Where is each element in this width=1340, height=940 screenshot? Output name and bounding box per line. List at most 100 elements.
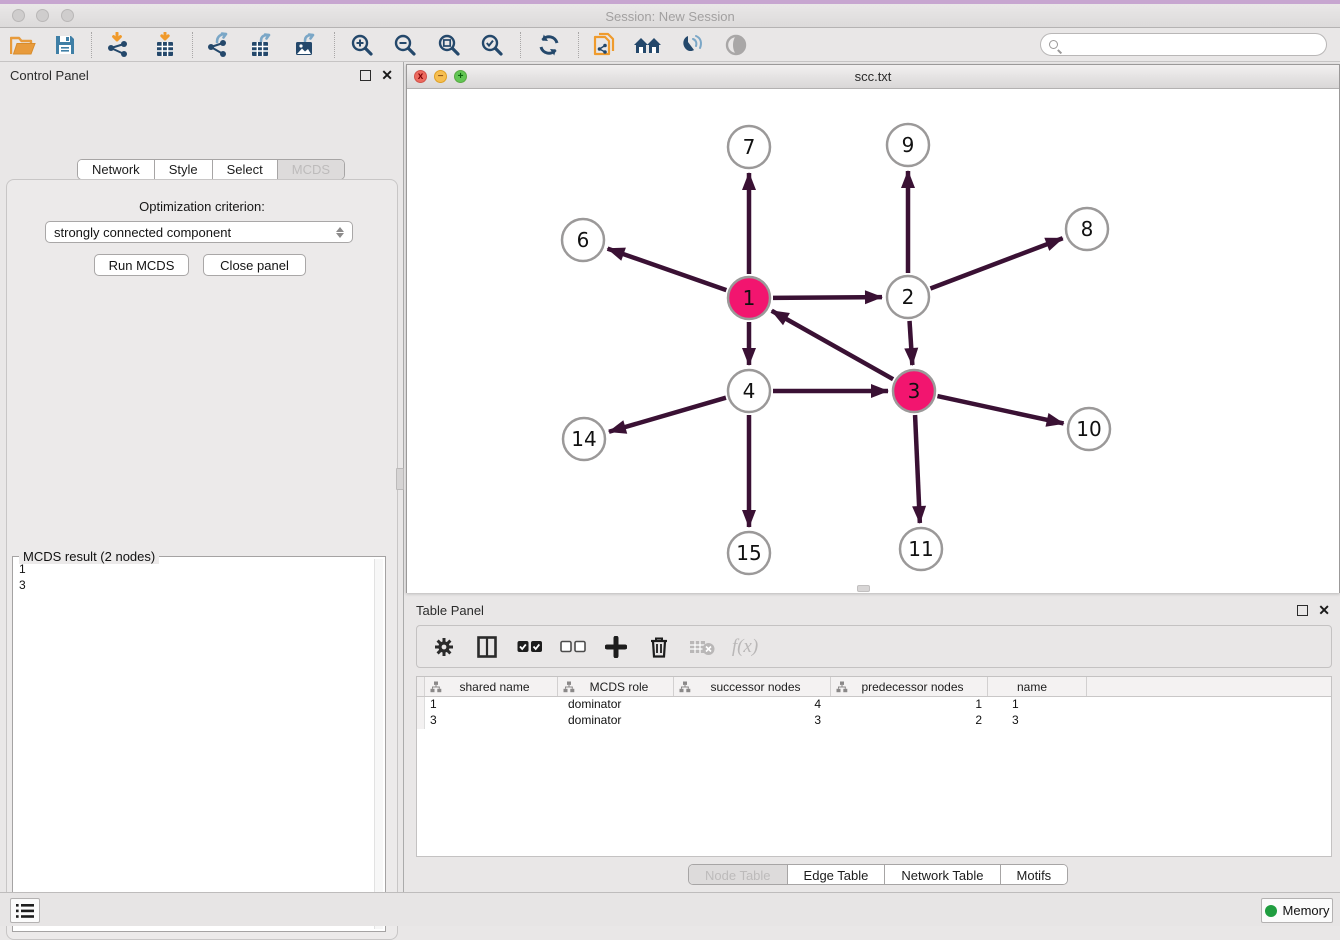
table-tabs: Node Table Edge Table Network Table Moti…	[688, 864, 1068, 885]
svg-text:10: 10	[1076, 417, 1101, 441]
tab-network[interactable]: Network	[78, 160, 155, 179]
graph-edge-1-2[interactable]	[773, 297, 882, 298]
memory-button[interactable]: Memory	[1261, 898, 1333, 923]
graph-edge-2-3[interactable]	[910, 321, 913, 365]
svg-text:11: 11	[908, 537, 933, 561]
graph-node-8[interactable]: 8	[1066, 208, 1108, 250]
tab-mcds[interactable]: MCDS	[278, 160, 344, 179]
cell-successor-nodes[interactable]: 4	[674, 697, 831, 713]
svg-text:9: 9	[902, 133, 915, 157]
deselect-checkboxes-icon[interactable]	[560, 634, 586, 660]
cell-name[interactable]: 3	[988, 713, 1087, 729]
graph-node-2[interactable]: 2	[887, 276, 929, 318]
open-session-icon[interactable]	[8, 32, 38, 58]
network-window-titlebar[interactable]: x − + scc.txt	[407, 65, 1339, 89]
status-bar: Memory	[0, 892, 1340, 926]
close-panel-icon[interactable]: ✕	[381, 70, 393, 81]
tab-style[interactable]: Style	[155, 160, 213, 179]
tab-node-table[interactable]: Node Table	[689, 865, 788, 885]
table-row[interactable]: 1 dominator 4 1 1	[417, 697, 1331, 713]
search-input[interactable]	[1058, 36, 1326, 54]
graph-edge-1-6[interactable]	[608, 249, 727, 291]
tab-select[interactable]: Select	[213, 160, 278, 179]
gear-icon[interactable]	[431, 634, 457, 660]
import-table-icon[interactable]	[150, 32, 180, 58]
delete-table-icon[interactable]	[689, 634, 715, 660]
network-canvas[interactable]: 7 9 6 8 1 2 4 3 14 10 15 11	[407, 89, 1339, 593]
zoom-fit-icon[interactable]	[434, 32, 464, 58]
node-table[interactable]: shared name MCDS role successor nodes pr…	[416, 676, 1332, 857]
toolbar-separator	[192, 32, 193, 58]
tab-motifs[interactable]: Motifs	[1001, 865, 1068, 885]
zoom-out-icon[interactable]	[390, 32, 420, 58]
col-header-successor-nodes[interactable]: successor nodes	[674, 677, 831, 696]
export-network-icon[interactable]	[203, 32, 233, 58]
cell-mcds-role[interactable]: dominator	[558, 697, 674, 713]
tab-network-table[interactable]: Network Table	[885, 865, 1000, 885]
network-graph[interactable]: 7 9 6 8 1 2 4 3 14 10 15 11	[407, 89, 1339, 593]
cell-successor-nodes[interactable]: 3	[674, 713, 831, 729]
delete-icon[interactable]	[646, 634, 672, 660]
select-all-checkboxes-icon[interactable]	[517, 634, 543, 660]
gesture-icon[interactable]	[676, 32, 706, 58]
float-table-panel-icon[interactable]	[1297, 605, 1308, 616]
search-box[interactable]	[1040, 33, 1327, 56]
cell-shared-name[interactable]: 1	[425, 697, 558, 713]
zoom-in-icon[interactable]	[347, 32, 377, 58]
panel-divider-handle[interactable]	[396, 468, 404, 490]
clone-network-icon[interactable]	[589, 32, 619, 58]
import-network-icon[interactable]	[103, 32, 133, 58]
graph-node-10[interactable]: 10	[1068, 408, 1110, 450]
main-titlebar: Session: New Session	[0, 0, 1340, 28]
table-row[interactable]: 3 dominator 3 2 3	[417, 713, 1331, 729]
cell-mcds-role[interactable]: dominator	[558, 713, 674, 729]
optimization-criterion-select[interactable]: strongly connected component	[45, 221, 353, 243]
eye-icon[interactable]	[721, 32, 751, 58]
float-panel-icon[interactable]	[360, 70, 371, 81]
col-header-shared-name[interactable]: shared name	[425, 677, 558, 696]
main-toolbar	[0, 28, 1340, 62]
mcds-result-scrollbar[interactable]	[374, 559, 383, 929]
export-image-icon[interactable]	[290, 32, 320, 58]
graph-node-14[interactable]: 14	[563, 418, 605, 460]
graph-node-11[interactable]: 11	[900, 528, 942, 570]
save-session-icon[interactable]	[50, 32, 80, 58]
graph-node-6[interactable]: 6	[562, 219, 604, 261]
graph-node-15[interactable]: 15	[728, 532, 770, 574]
run-mcds-button[interactable]: Run MCDS	[94, 254, 189, 276]
graph-edge-4-14[interactable]	[609, 398, 726, 432]
graph-node-1[interactable]: 1	[728, 277, 770, 319]
cell-shared-name[interactable]: 3	[425, 713, 558, 729]
graph-node-3[interactable]: 3	[893, 370, 935, 412]
graph-edge-3-1[interactable]	[772, 311, 893, 379]
close-table-panel-icon[interactable]: ✕	[1318, 605, 1330, 616]
export-table-icon[interactable]	[246, 32, 276, 58]
col-header-predecessor-nodes[interactable]: predecessor nodes	[831, 677, 988, 696]
cell-predecessor-nodes[interactable]: 1	[831, 697, 988, 713]
table-header-row: shared name MCDS role successor nodes pr…	[417, 677, 1331, 697]
graph-node-4[interactable]: 4	[728, 370, 770, 412]
home-icon[interactable]	[633, 32, 663, 58]
toolbar-separator	[334, 32, 335, 58]
cell-predecessor-nodes[interactable]: 2	[831, 713, 988, 729]
col-header-mcds-role[interactable]: MCDS role	[558, 677, 674, 696]
task-history-button[interactable]	[10, 898, 40, 923]
split-columns-icon[interactable]	[474, 634, 500, 660]
refresh-layout-icon[interactable]	[534, 32, 564, 58]
close-panel-button[interactable]: Close panel	[203, 254, 306, 276]
graph-node-9[interactable]: 9	[887, 124, 929, 166]
graph-edge-3-11[interactable]	[915, 415, 920, 523]
network-hscroll-handle[interactable]	[857, 585, 870, 592]
graph-edge-2-8[interactable]	[930, 238, 1062, 288]
function-builder-icon[interactable]: f(x)	[732, 634, 758, 660]
zoom-selected-icon[interactable]	[477, 32, 507, 58]
session-title: Session: New Session	[0, 9, 1340, 24]
mcds-result-text[interactable]: 1 3	[15, 561, 373, 929]
table-toolbar: f(x)	[416, 625, 1332, 668]
add-column-icon[interactable]	[603, 634, 629, 660]
cell-name[interactable]: 1	[988, 697, 1087, 713]
col-header-name[interactable]: name	[988, 677, 1087, 696]
tab-edge-table[interactable]: Edge Table	[788, 865, 886, 885]
graph-edge-3-10[interactable]	[937, 396, 1063, 423]
graph-node-7[interactable]: 7	[728, 126, 770, 168]
